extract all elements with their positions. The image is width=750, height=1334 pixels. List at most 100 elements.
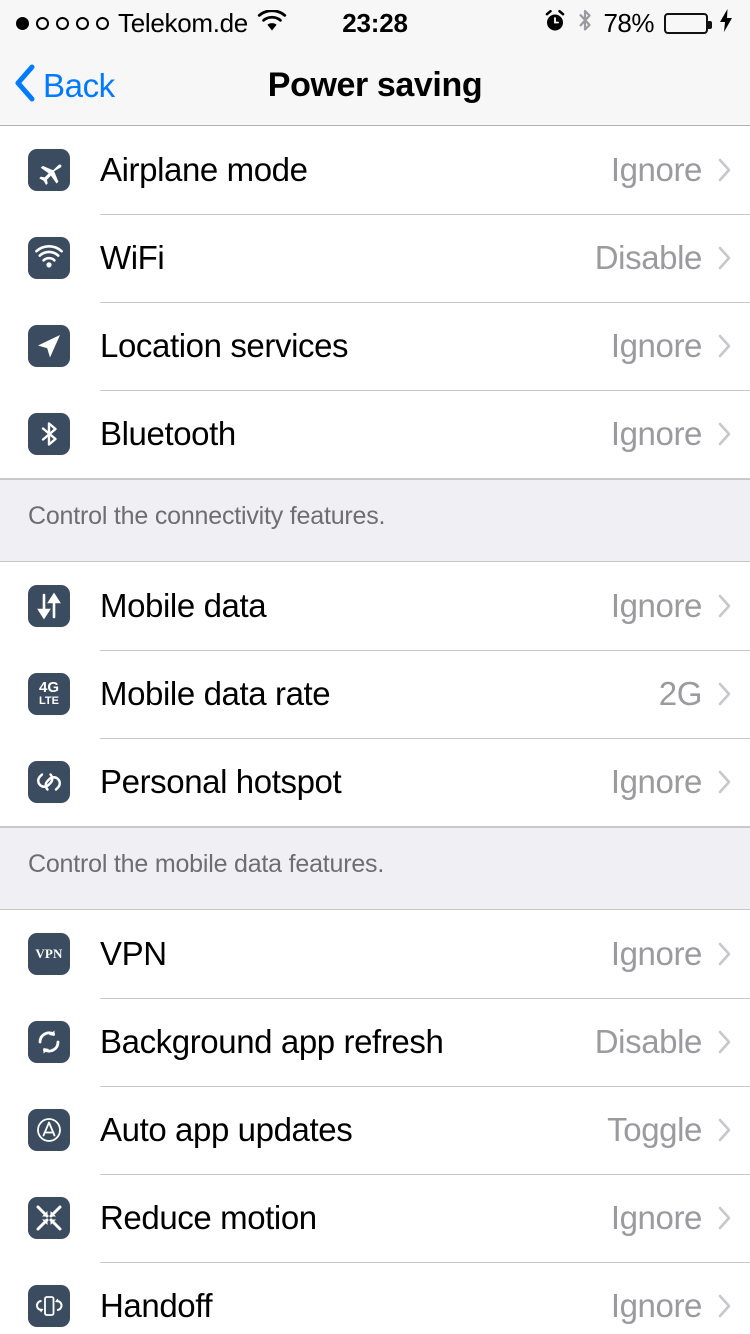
- settings-row-label: Bluetooth: [100, 415, 236, 452]
- settings-row-right: Ignore: [611, 415, 732, 453]
- chevron-right-icon: [718, 422, 731, 446]
- settings-row[interactable]: Bluetooth Ignore: [0, 390, 750, 478]
- settings-row-value: Ignore: [610, 763, 703, 800]
- settings-group: Mobile data Ignore 4G LTE Mobile data rate 2…: [0, 562, 750, 827]
- battery-percentage: 78%: [603, 7, 654, 38]
- phone-screen: Telekom.de 23:28 78% Back Power saving A…: [0, 0, 750, 1334]
- hotspot-links-icon: [28, 761, 70, 803]
- chevron-right-icon: [718, 1294, 731, 1318]
- settings-row-right: Ignore: [611, 763, 732, 801]
- status-bar: Telekom.de 23:28 78%: [0, 0, 750, 46]
- settings-row-label: Mobile data: [100, 587, 267, 624]
- airplane-icon: [28, 149, 70, 191]
- settings-row-label: Mobile data rate: [100, 675, 331, 712]
- settings-row-right: Ignore: [611, 1287, 732, 1325]
- settings-row-label: Airplane mode: [100, 151, 308, 188]
- handoff-icon: [28, 1285, 70, 1327]
- signal-strength-dots: [16, 16, 109, 30]
- chevron-right-icon: [718, 682, 731, 706]
- settings-row-right: Ignore: [611, 1199, 732, 1237]
- chevron-right-icon: [718, 158, 731, 182]
- battery-icon: [664, 12, 712, 34]
- settings-row[interactable]: Location services Ignore: [0, 302, 750, 390]
- chevron-right-icon: [718, 246, 731, 270]
- back-button-label: Back: [43, 66, 115, 104]
- alarm-clock-icon: [543, 9, 567, 38]
- carrier-name: Telekom.de: [118, 7, 248, 38]
- chevron-right-icon: [718, 1118, 731, 1142]
- chevron-left-icon: [14, 64, 36, 107]
- settings-row[interactable]: Personal hotspot Ignore: [0, 738, 750, 826]
- settings-row-value: Disable: [594, 1023, 703, 1060]
- app-store-icon: [28, 1109, 70, 1151]
- bluetooth-icon: [577, 8, 593, 38]
- reduce-motion-icon: [28, 1197, 70, 1239]
- chevron-right-icon: [718, 770, 731, 794]
- settings-row-value: 2G: [658, 675, 703, 712]
- bluetooth-icon: [28, 413, 70, 455]
- settings-row[interactable]: Airplane mode Ignore: [0, 126, 750, 214]
- signal-dot-empty: [76, 16, 89, 30]
- settings-row[interactable]: Auto app updates Toggle: [0, 1086, 750, 1174]
- signal-dot-empty: [36, 16, 49, 30]
- settings-row-right: Ignore: [611, 327, 732, 365]
- settings-group: Airplane mode Ignore WiFi Disable Location…: [0, 126, 750, 479]
- settings-row-value: Toggle: [607, 1111, 702, 1148]
- wifi-icon: [28, 237, 70, 279]
- settings-row-label: Auto app updates: [100, 1111, 353, 1148]
- settings-row-label: WiFi: [100, 239, 165, 276]
- settings-row-value: Ignore: [610, 415, 703, 452]
- settings-row-value: Ignore: [610, 327, 703, 364]
- section-footer-text: Control the connectivity features.: [28, 502, 386, 530]
- settings-row-right: Ignore: [611, 587, 732, 625]
- settings-row[interactable]: Reduce motion Ignore: [0, 1174, 750, 1262]
- settings-row[interactable]: WiFi Disable: [0, 214, 750, 302]
- settings-row-value: Ignore: [610, 1287, 703, 1324]
- settings-row-value: Ignore: [610, 587, 703, 624]
- settings-row-value: Disable: [594, 239, 703, 276]
- status-bar-left: Telekom.de: [16, 8, 287, 39]
- chevron-right-icon: [718, 942, 731, 966]
- section-footer: Control the connectivity features.: [0, 479, 750, 562]
- settings-row-label: Personal hotspot: [100, 763, 342, 800]
- navigation-bar: Back Power saving: [0, 46, 750, 126]
- section-footer-text: Control the mobile data features.: [28, 850, 385, 878]
- status-bar-right: 78%: [543, 8, 734, 39]
- settings-row-right: Ignore: [611, 935, 732, 973]
- settings-row-right: Disable: [595, 239, 732, 277]
- settings-row-value: Ignore: [610, 1199, 703, 1236]
- settings-row-value: Ignore: [610, 151, 703, 188]
- chevron-right-icon: [718, 594, 731, 618]
- signal-dot-filled: [16, 16, 29, 30]
- settings-row[interactable]: Mobile data Ignore: [0, 562, 750, 650]
- settings-group: VPN VPN Ignore Background app refresh Disab…: [0, 910, 750, 1334]
- signal-dot-empty: [96, 16, 109, 30]
- mobile-data-arrows-icon: [28, 585, 70, 627]
- settings-row[interactable]: Handoff Ignore: [0, 1262, 750, 1334]
- settings-row-label: Location services: [100, 327, 349, 364]
- lightning-bolt-icon: [718, 8, 734, 38]
- back-button[interactable]: Back: [0, 64, 115, 107]
- settings-row-right: Toggle: [607, 1111, 732, 1149]
- chevron-right-icon: [718, 334, 731, 358]
- settings-row-value: Ignore: [610, 935, 703, 972]
- section-footer: Control the mobile data features.: [0, 827, 750, 910]
- chevron-right-icon: [718, 1206, 731, 1230]
- settings-row-label: Handoff: [100, 1287, 213, 1324]
- settings-row-label: VPN: [100, 935, 167, 972]
- settings-row[interactable]: 4G LTE Mobile data rate 2G: [0, 650, 750, 738]
- wifi-icon: [257, 8, 287, 37]
- settings-row[interactable]: VPN VPN Ignore: [0, 910, 750, 998]
- settings-row-right: Ignore: [611, 151, 732, 189]
- settings-row-right: 2G: [659, 675, 732, 713]
- settings-row-label: Background app refresh: [100, 1023, 444, 1060]
- settings-row[interactable]: Background app refresh Disable: [0, 998, 750, 1086]
- vpn-icon: VPN: [28, 933, 70, 975]
- settings-row-label: Reduce motion: [100, 1199, 317, 1236]
- refresh-cycle-icon: [28, 1021, 70, 1063]
- settings-list: Airplane mode Ignore WiFi Disable Location…: [0, 126, 750, 1334]
- location-arrow-icon: [28, 325, 70, 367]
- chevron-right-icon: [718, 1030, 731, 1054]
- signal-dot-empty: [56, 16, 69, 30]
- 4g-lte-icon: 4G LTE: [28, 673, 70, 715]
